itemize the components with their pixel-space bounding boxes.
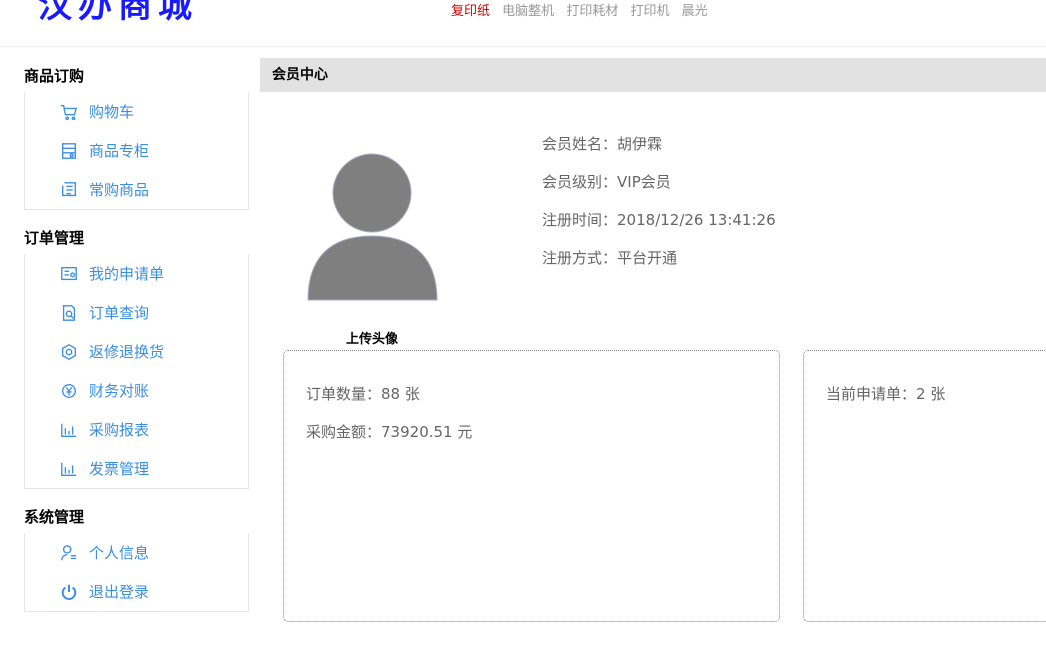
- register-time-row: 注册时间：2018/12/26 13:41:26: [542, 209, 776, 247]
- sidebar-section-title: 商品订购: [24, 67, 85, 85]
- page-title: 会员中心: [260, 58, 1046, 92]
- cart-icon: [59, 102, 79, 122]
- current-applications-label: 当前申请单：: [826, 385, 917, 403]
- invoice-chart-icon: [59, 459, 79, 479]
- default-avatar-icon: [307, 153, 438, 301]
- sidebar-section-title: 系统管理: [24, 508, 85, 526]
- sidebar-item-label: 商品专柜: [89, 142, 150, 160]
- hot-word-link[interactable]: 打印机: [630, 4, 669, 19]
- finance-icon: [59, 381, 79, 401]
- sidebar-section-orders: 我的申请单 订单查询 返修退换货 财务对账 采购报表 发票管理: [24, 254, 249, 489]
- sidebar-section-title: 订单管理: [24, 229, 85, 247]
- return-icon: [59, 342, 79, 362]
- sidebar-item-finance[interactable]: 财务对账: [25, 371, 248, 410]
- hot-word-link[interactable]: 复印纸: [451, 4, 490, 19]
- sidebar-item-cart[interactable]: 购物车: [25, 92, 248, 131]
- hot-search-words: 复印纸 电脑整机 打印耗材 打印机 晨光: [451, 0, 716, 19]
- hot-word-link[interactable]: 晨光: [682, 4, 708, 19]
- sidebar-item-label: 订单查询: [89, 304, 150, 322]
- order-search-icon: [59, 303, 79, 323]
- purchase-amount-value: 73920.51 元: [381, 423, 473, 441]
- sidebar-item-order-search[interactable]: 订单查询: [25, 293, 248, 332]
- order-count-value: 88 张: [381, 385, 420, 403]
- member-name-row: 会员姓名：胡伊霖: [542, 133, 776, 171]
- register-method-value: 平台开通: [617, 249, 678, 267]
- sidebar-item-returns[interactable]: 返修退换货: [25, 332, 248, 371]
- page-header: 汉办商城 复印纸 电脑整机 打印耗材 打印机 晨光: [0, 0, 1046, 47]
- info-label: 注册时间：: [542, 211, 618, 229]
- bar-chart-icon: [59, 420, 79, 440]
- sidebar-item-label: 发票管理: [89, 460, 150, 478]
- avatar[interactable]: [306, 152, 440, 304]
- site-logo[interactable]: 汉办商城: [38, 0, 198, 27]
- sidebar-item-profile[interactable]: 个人信息: [25, 533, 248, 572]
- purchase-amount-row: 采购金额：73920.51 元: [306, 419, 757, 457]
- order-count-row: 订单数量：88 张: [306, 381, 757, 419]
- sidebar-item-frequent[interactable]: 常购商品: [25, 170, 248, 209]
- info-label: 会员级别：: [542, 173, 618, 191]
- sidebar-section-ordering: 购物车 商品专柜 常购商品: [24, 92, 249, 210]
- info-label: 注册方式：: [542, 249, 618, 267]
- upload-avatar-button[interactable]: 上传头像: [346, 328, 398, 347]
- sidebar: 商品订购 购物车 商品专柜 常购商品 订单管理 我的申请单 订单查询 返修退换货: [24, 60, 249, 612]
- sidebar-item-label: 财务对账: [89, 382, 150, 400]
- register-method-row: 注册方式：平台开通: [542, 247, 776, 285]
- application-summary-card: 当前申请单：2 张: [803, 350, 1046, 622]
- sidebar-item-label: 返修退换货: [89, 343, 165, 361]
- sidebar-item-label: 常购商品: [89, 181, 150, 199]
- sidebar-item-invoices[interactable]: 发票管理: [25, 449, 248, 488]
- member-level-row: 会员级别：VIP会员: [542, 171, 776, 209]
- order-summary-card: 订单数量：88 张 采购金额：73920.51 元: [283, 350, 780, 622]
- counter-icon: [59, 141, 79, 161]
- sidebar-item-label: 购物车: [89, 103, 135, 121]
- current-applications-row: 当前申请单：2 张: [826, 381, 1040, 419]
- member-info: 会员姓名：胡伊霖 会员级别：VIP会员 注册时间：2018/12/26 13:4…: [542, 133, 776, 285]
- order-count-label: 订单数量：: [306, 385, 382, 403]
- sidebar-item-label: 采购报表: [89, 421, 150, 439]
- purchase-amount-label: 采购金额：: [306, 423, 382, 441]
- sidebar-item-label: 退出登录: [89, 583, 150, 601]
- sidebar-section-system: 个人信息 退出登录: [24, 533, 249, 612]
- sidebar-item-label: 我的申请单: [89, 265, 165, 283]
- sidebar-item-label: 个人信息: [89, 544, 150, 562]
- hot-word-link[interactable]: 电脑整机: [502, 4, 554, 19]
- power-icon: [59, 582, 79, 602]
- info-label: 会员姓名：: [542, 135, 618, 153]
- register-time-value: 2018/12/26 13:41:26: [617, 211, 776, 229]
- sidebar-item-applications[interactable]: 我的申请单: [25, 254, 248, 293]
- member-level-value: VIP会员: [617, 173, 671, 191]
- sidebar-item-logout[interactable]: 退出登录: [25, 572, 248, 611]
- current-applications-value: 2 张: [916, 385, 946, 403]
- application-icon: [59, 264, 79, 284]
- sidebar-item-reports[interactable]: 采购报表: [25, 410, 248, 449]
- hot-word-link[interactable]: 打印耗材: [566, 4, 618, 19]
- sidebar-item-counter[interactable]: 商品专柜: [25, 131, 248, 170]
- user-icon: [59, 543, 79, 563]
- member-name-value: 胡伊霖: [617, 135, 663, 153]
- list-icon: [59, 180, 79, 200]
